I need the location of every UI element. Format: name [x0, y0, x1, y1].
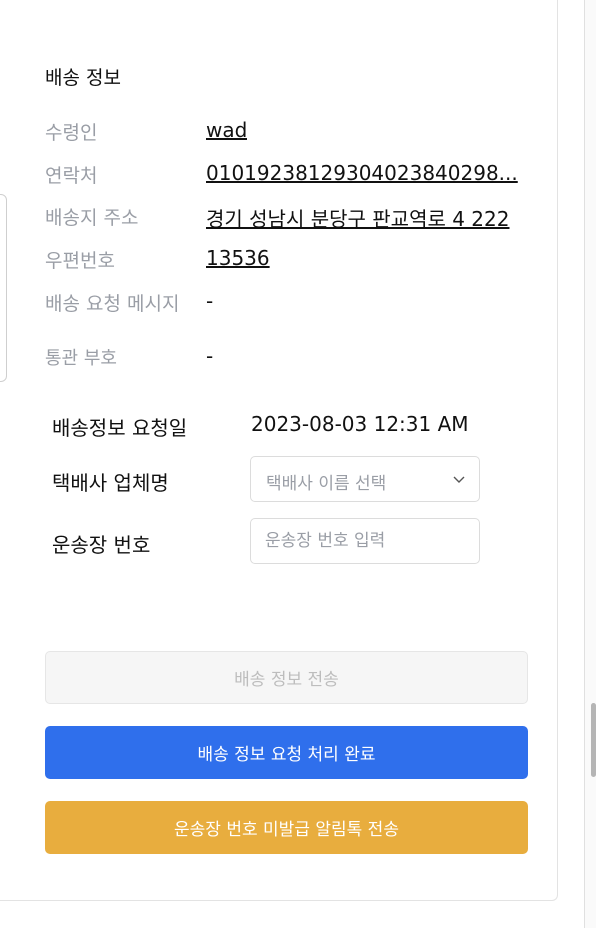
chevron-down-icon: [453, 476, 465, 483]
tracking-number-label: 운송장 번호: [52, 533, 151, 557]
scrollbar-thumb[interactable]: [591, 703, 596, 777]
postal-code-value[interactable]: 13536: [206, 246, 270, 270]
scrollbar-track[interactable]: [584, 0, 596, 928]
complete-request-button[interactable]: 배송 정보 요청 처리 완료: [45, 726, 528, 779]
tracking-number-input[interactable]: [251, 519, 479, 563]
postal-code-label: 우편번호: [45, 250, 115, 272]
address-label: 배송지 주소: [45, 207, 139, 229]
customs-code-value: -: [206, 344, 214, 368]
request-date-value: 2023-08-03 12:31 AM: [251, 412, 469, 436]
customs-code-label: 통관 부호: [45, 348, 117, 369]
courier-label: 택배사 업체명: [52, 471, 169, 495]
courier-select[interactable]: 택배사 이름 선택: [250, 456, 480, 502]
tracking-number-field[interactable]: [250, 518, 480, 564]
delivery-message-label: 배송 요청 메시지: [45, 293, 180, 315]
recipient-value[interactable]: wad: [206, 118, 247, 142]
courier-select-placeholder: 택배사 이름 선택: [266, 474, 387, 494]
contact-value[interactable]: 01019238129304023840298...: [206, 161, 518, 185]
side-card-edge: [0, 194, 7, 382]
address-value[interactable]: 경기 성남시 분당구 판교역로 4 222: [206, 203, 510, 232]
request-date-label: 배송정보 요청일: [52, 416, 188, 440]
delivery-message-value: -: [206, 289, 214, 313]
send-missing-tracking-alert-button[interactable]: 운송장 번호 미발급 알림톡 전송: [45, 801, 528, 854]
send-shipping-info-button[interactable]: 배송 정보 전송: [45, 651, 528, 704]
recipient-label: 수령인: [45, 122, 98, 144]
contact-label: 연락처: [45, 165, 98, 187]
section-title: 배송 정보: [45, 67, 121, 89]
